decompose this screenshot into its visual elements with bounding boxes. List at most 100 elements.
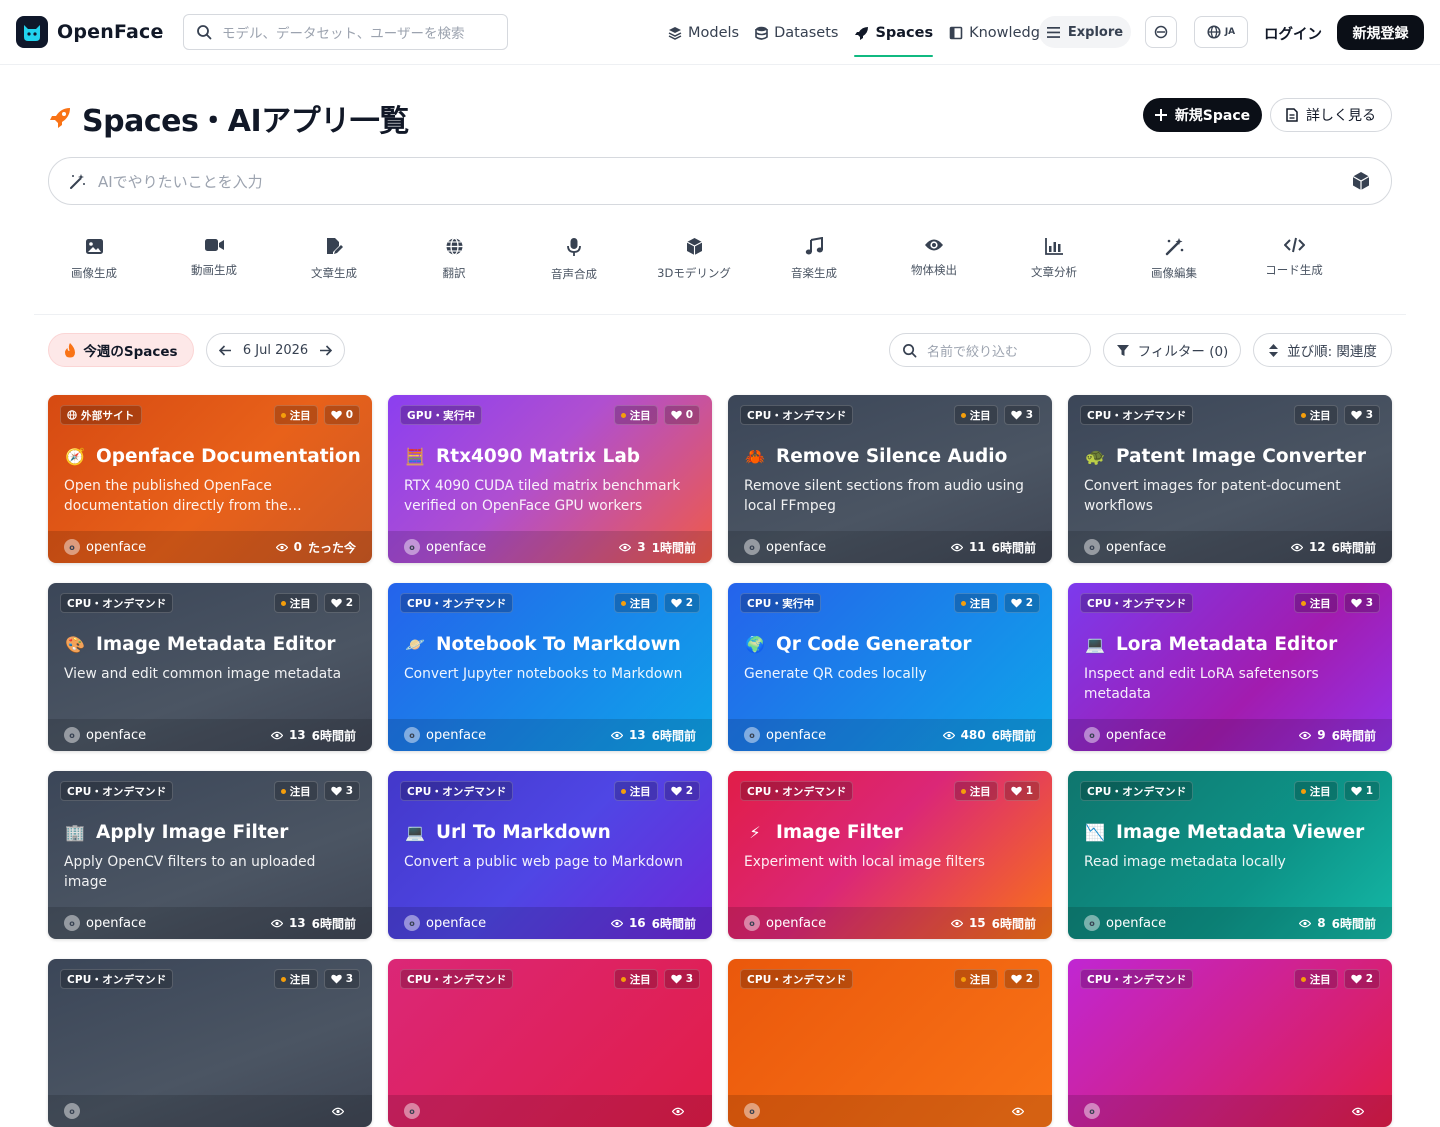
category-object-detection[interactable]: 物体検出 (874, 233, 994, 314)
space-owner[interactable]: o (1084, 1103, 1106, 1119)
category-text-generation[interactable]: 文章生成 (274, 233, 394, 314)
space-card[interactable]: CPU・オンデマンド 注目 2 🎨 Image Metadata Editor … (48, 583, 372, 751)
space-title[interactable]: Qr Code Generator (776, 634, 972, 655)
name-filter-input[interactable]: 名前で絞り込む (889, 333, 1091, 367)
card-footer: o openface 8 6時間前 (1068, 907, 1392, 939)
like-button[interactable]: 2 (1343, 969, 1380, 989)
space-owner[interactable]: o (404, 1103, 426, 1119)
brand-logo[interactable]: OpenFace (16, 16, 164, 48)
space-title[interactable]: Image Filter (776, 822, 903, 843)
space-owner[interactable]: o openface (404, 727, 486, 743)
space-card[interactable]: CPU・オンデマンド 注目 3 o (388, 959, 712, 1127)
like-button[interactable]: 3 (663, 969, 700, 989)
like-button[interactable]: 2 (663, 593, 700, 613)
space-card[interactable]: CPU・オンデマンド 注目 1 📉 Image Metadata Viewer … (1068, 771, 1392, 939)
like-button[interactable]: 0 (323, 405, 360, 425)
space-owner[interactable]: o (64, 1103, 86, 1119)
featured-dot-icon (280, 976, 286, 982)
space-card[interactable]: CPU・オンデマンド 注目 2 o (728, 959, 1052, 1127)
space-owner[interactable]: o openface (744, 727, 826, 743)
space-card[interactable]: CPU・オンデマンド 注目 3 🦀 Remove Silence Audio R… (728, 395, 1052, 563)
category-label: 画像生成 (71, 266, 117, 280)
space-owner[interactable]: o openface (404, 539, 486, 555)
view-count: 9 (1317, 728, 1326, 742)
signup-button[interactable]: 新規登録 (1337, 15, 1424, 50)
space-owner[interactable]: o openface (744, 539, 826, 555)
space-card[interactable]: CPU・オンデマンド 注目 1 ⚡ Image Filter Experimen… (728, 771, 1052, 939)
category-music-generation[interactable]: 音楽生成 (754, 233, 874, 314)
like-button[interactable]: 3 (1343, 593, 1380, 613)
ai-prompt-input[interactable]: AIでやりたいことを入力 (48, 157, 1392, 205)
space-title[interactable]: Rtx4090 Matrix Lab (436, 446, 640, 467)
space-title[interactable]: Image Metadata Editor (96, 634, 336, 655)
like-button[interactable]: 1 (1343, 781, 1380, 801)
like-button[interactable]: 2 (663, 781, 700, 801)
nav-spaces[interactable]: Spaces (854, 15, 933, 57)
category-image-editing[interactable]: 画像編集 (1114, 233, 1234, 314)
like-button[interactable]: 2 (1003, 593, 1040, 613)
theme-toggle-button[interactable] (1145, 16, 1177, 48)
space-title[interactable]: Lora Metadata Editor (1116, 634, 1337, 655)
space-card[interactable]: 外部サイト 注目 0 🧭 Openface Documentation Open… (48, 395, 372, 563)
learn-more-button[interactable]: 詳しく見る (1270, 98, 1392, 132)
space-title[interactable]: Image Metadata Viewer (1116, 822, 1364, 843)
space-card[interactable]: CPU・オンデマンド 注目 3 🏢 Apply Image Filter App… (48, 771, 372, 939)
space-owner[interactable]: o openface (1084, 727, 1166, 743)
explore-button[interactable]: Explore (1039, 16, 1131, 48)
category-speech-synthesis[interactable]: 音声合成 (514, 233, 634, 314)
space-owner[interactable]: o openface (64, 727, 146, 743)
nav-datasets[interactable]: Datasets (755, 15, 838, 51)
login-link[interactable]: ログイン (1264, 23, 1322, 44)
category-code-generation[interactable]: コード生成 (1234, 233, 1354, 314)
space-card[interactable]: CPU・実行中 注目 2 🌍 Qr Code Generator Generat… (728, 583, 1052, 751)
global-search-input[interactable]: モデル、データセット、ユーザーを検索 (183, 14, 508, 50)
like-button[interactable]: 3 (1003, 405, 1040, 425)
weekly-spaces-button[interactable]: 今週のSpaces (48, 333, 194, 367)
space-card[interactable]: GPU・実行中 注目 0 🧮 Rtx4090 Matrix Lab RTX 40… (388, 395, 712, 563)
space-card[interactable]: CPU・オンデマンド 注目 2 o (1068, 959, 1392, 1127)
nav-knowledge[interactable]: Knowledge (949, 15, 1049, 51)
like-button[interactable]: 0 (663, 405, 700, 425)
space-owner[interactable]: o openface (744, 915, 826, 931)
like-button[interactable]: 3 (1343, 405, 1380, 425)
space-card[interactable]: CPU・オンデマンド 注目 3 🐢 Patent Image Converter… (1068, 395, 1392, 563)
category-text-analysis[interactable]: 文章分析 (994, 233, 1114, 314)
category-translation[interactable]: 翻訳 (394, 233, 514, 314)
space-title[interactable]: Patent Image Converter (1116, 446, 1366, 467)
space-stats: 15 6時間前 (950, 915, 1036, 932)
space-owner[interactable]: o (744, 1103, 766, 1119)
space-owner[interactable]: o openface (1084, 539, 1166, 555)
language-switcher[interactable]: JA (1194, 16, 1248, 48)
sort-button[interactable]: 並び順: 関連度 (1253, 333, 1392, 367)
category-3d-modeling[interactable]: 3Dモデリング (634, 233, 754, 314)
nav-models[interactable]: Models (668, 15, 739, 51)
space-title[interactable]: Openface Documentation (96, 446, 361, 467)
like-button[interactable]: 2 (1003, 969, 1040, 989)
like-button[interactable]: 2 (323, 593, 360, 613)
space-owner[interactable]: o openface (404, 915, 486, 931)
space-card[interactable]: CPU・オンデマンド 注目 3 💻 Lora Metadata Editor I… (1068, 583, 1392, 751)
space-title[interactable]: Notebook To Markdown (436, 634, 681, 655)
cube-icon[interactable] (1351, 171, 1371, 191)
space-owner[interactable]: o openface (64, 915, 146, 931)
space-owner[interactable]: o openface (64, 539, 146, 555)
space-title[interactable]: Url To Markdown (436, 822, 611, 843)
space-card[interactable]: CPU・オンデマンド 注目 2 💻 Url To Markdown Conver… (388, 771, 712, 939)
space-title[interactable]: Remove Silence Audio (776, 446, 1007, 467)
arrow-right-icon[interactable] (319, 344, 332, 356)
like-button[interactable]: 3 (323, 969, 360, 989)
space-emoji-icon: 🏢 (65, 822, 85, 842)
like-button[interactable]: 3 (323, 781, 360, 801)
space-card[interactable]: CPU・オンデマンド 注目 3 o (48, 959, 372, 1127)
new-space-button[interactable]: 新規Space (1143, 98, 1262, 132)
category-video-generation[interactable]: 動画生成 (154, 233, 274, 314)
category-more[interactable]: 音 (1354, 233, 1406, 314)
like-button[interactable]: 1 (1003, 781, 1040, 801)
arrow-left-icon[interactable] (219, 344, 232, 356)
space-title[interactable]: Apply Image Filter (96, 822, 288, 843)
card-footer: o openface 13 6時間前 (48, 907, 372, 939)
space-owner[interactable]: o openface (1084, 915, 1166, 931)
filter-button[interactable]: フィルター (0) (1103, 333, 1241, 367)
category-image-generation[interactable]: 画像生成 (34, 233, 154, 314)
space-card[interactable]: CPU・オンデマンド 注目 2 🪐 Notebook To Markdown C… (388, 583, 712, 751)
